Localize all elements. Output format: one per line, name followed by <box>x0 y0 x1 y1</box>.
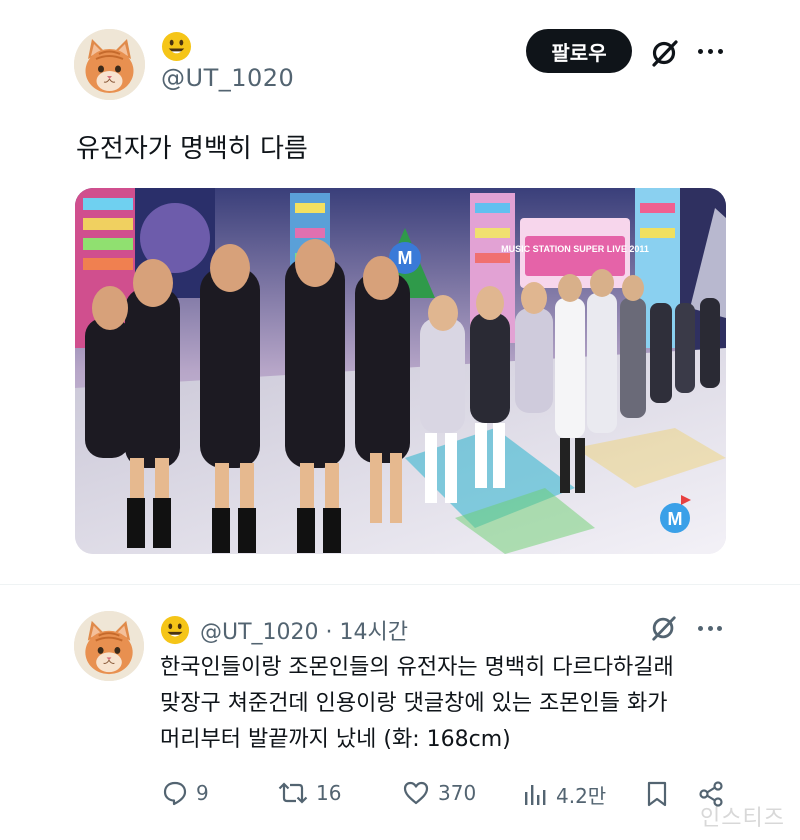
svg-text:M: M <box>398 248 413 268</box>
reply-meta: @UT_1020 · 14시간 <box>200 614 408 646</box>
reply-author-avatar[interactable] <box>74 611 144 681</box>
reply-handle[interactable]: @UT_1020 <box>200 620 319 645</box>
views-chart-icon <box>522 782 548 808</box>
repost-count: 16 <box>316 781 342 805</box>
more-options-icon[interactable] <box>698 48 723 54</box>
view-count: 4.2만 <box>556 784 607 808</box>
post-detail-page: @UT_1020 팔로우 유전자가 명백히 다름 MUSIC STATION S… <box>0 0 800 840</box>
author-avatar[interactable] <box>74 29 145 100</box>
author-handle[interactable]: @UT_1020 <box>161 64 294 92</box>
smiling-face-emoji-icon <box>160 615 190 645</box>
grok-icon[interactable] <box>650 614 678 642</box>
tweet-text: 유전자가 명백히 다름 <box>76 134 308 164</box>
like-count: 370 <box>438 781 477 805</box>
more-options-icon[interactable] <box>698 626 722 631</box>
views-action[interactable]: 4.2만 <box>522 780 606 809</box>
divider <box>0 584 800 585</box>
reply-action[interactable]: 9 <box>162 780 209 806</box>
reply-time[interactable]: 14시간 <box>340 620 408 645</box>
follow-button[interactable]: 팔로우 <box>526 29 632 73</box>
tweet-media-image[interactable]: MUSIC STATION SUPER LIVE 2011 M M <box>75 188 726 554</box>
reply-count: 9 <box>196 781 209 805</box>
repost-action[interactable]: 16 <box>278 780 341 806</box>
like-action[interactable]: 370 <box>402 780 476 806</box>
bookmark-icon <box>645 780 669 808</box>
stage-banner-text: MUSIC STATION SUPER LIVE 2011 <box>501 244 649 254</box>
channel-logo: M <box>668 509 683 529</box>
reply-text-line: 맞장구 쳐준건데 인용이랑 댓글창에 있는 조몬인들 화가 <box>160 691 668 716</box>
reply-text-line: 머리부터 발끝까지 났네 (화: 168cm) <box>160 727 511 752</box>
site-watermark: 인스티즈 <box>700 806 785 831</box>
grok-icon[interactable] <box>650 38 680 68</box>
bookmark-action[interactable] <box>645 780 669 808</box>
repost-icon <box>278 780 308 806</box>
reply-text: 한국인들이랑 조몬인들의 유전자는 명백히 다르다하길래 맞장구 쳐준건데 인용… <box>160 650 760 758</box>
reply-text-line: 한국인들이랑 조몬인들의 유전자는 명백히 다르다하길래 <box>160 655 674 680</box>
comment-icon <box>162 780 188 806</box>
heart-icon <box>402 780 430 806</box>
smiling-face-emoji-icon <box>161 31 192 62</box>
meta-separator: · <box>325 620 333 645</box>
